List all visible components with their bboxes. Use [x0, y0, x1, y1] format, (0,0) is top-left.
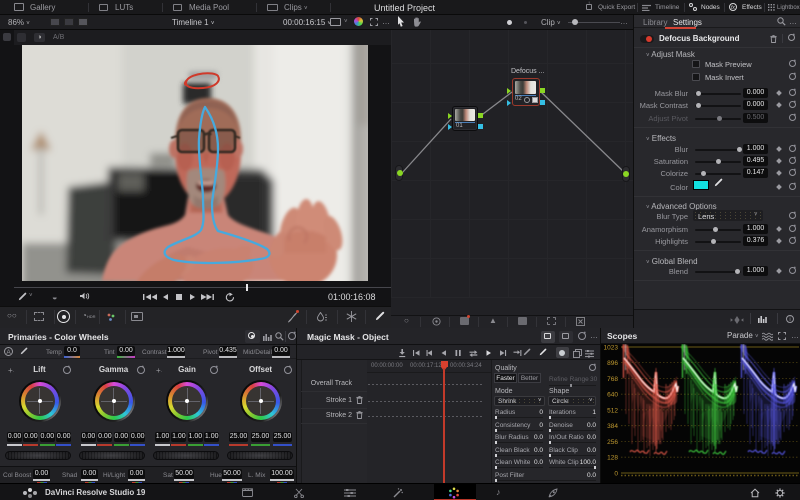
svg-text:640: 640 [607, 392, 618, 399]
svg-text:0: 0 [614, 471, 618, 478]
svg-text:128: 128 [607, 455, 618, 462]
svg-text:1023: 1023 [604, 345, 619, 352]
svg-text:512: 512 [607, 407, 618, 414]
svg-text:384: 384 [607, 423, 618, 430]
svg-text:256: 256 [607, 439, 618, 446]
svg-text:896: 896 [607, 360, 618, 367]
svg-text:768: 768 [607, 376, 618, 383]
